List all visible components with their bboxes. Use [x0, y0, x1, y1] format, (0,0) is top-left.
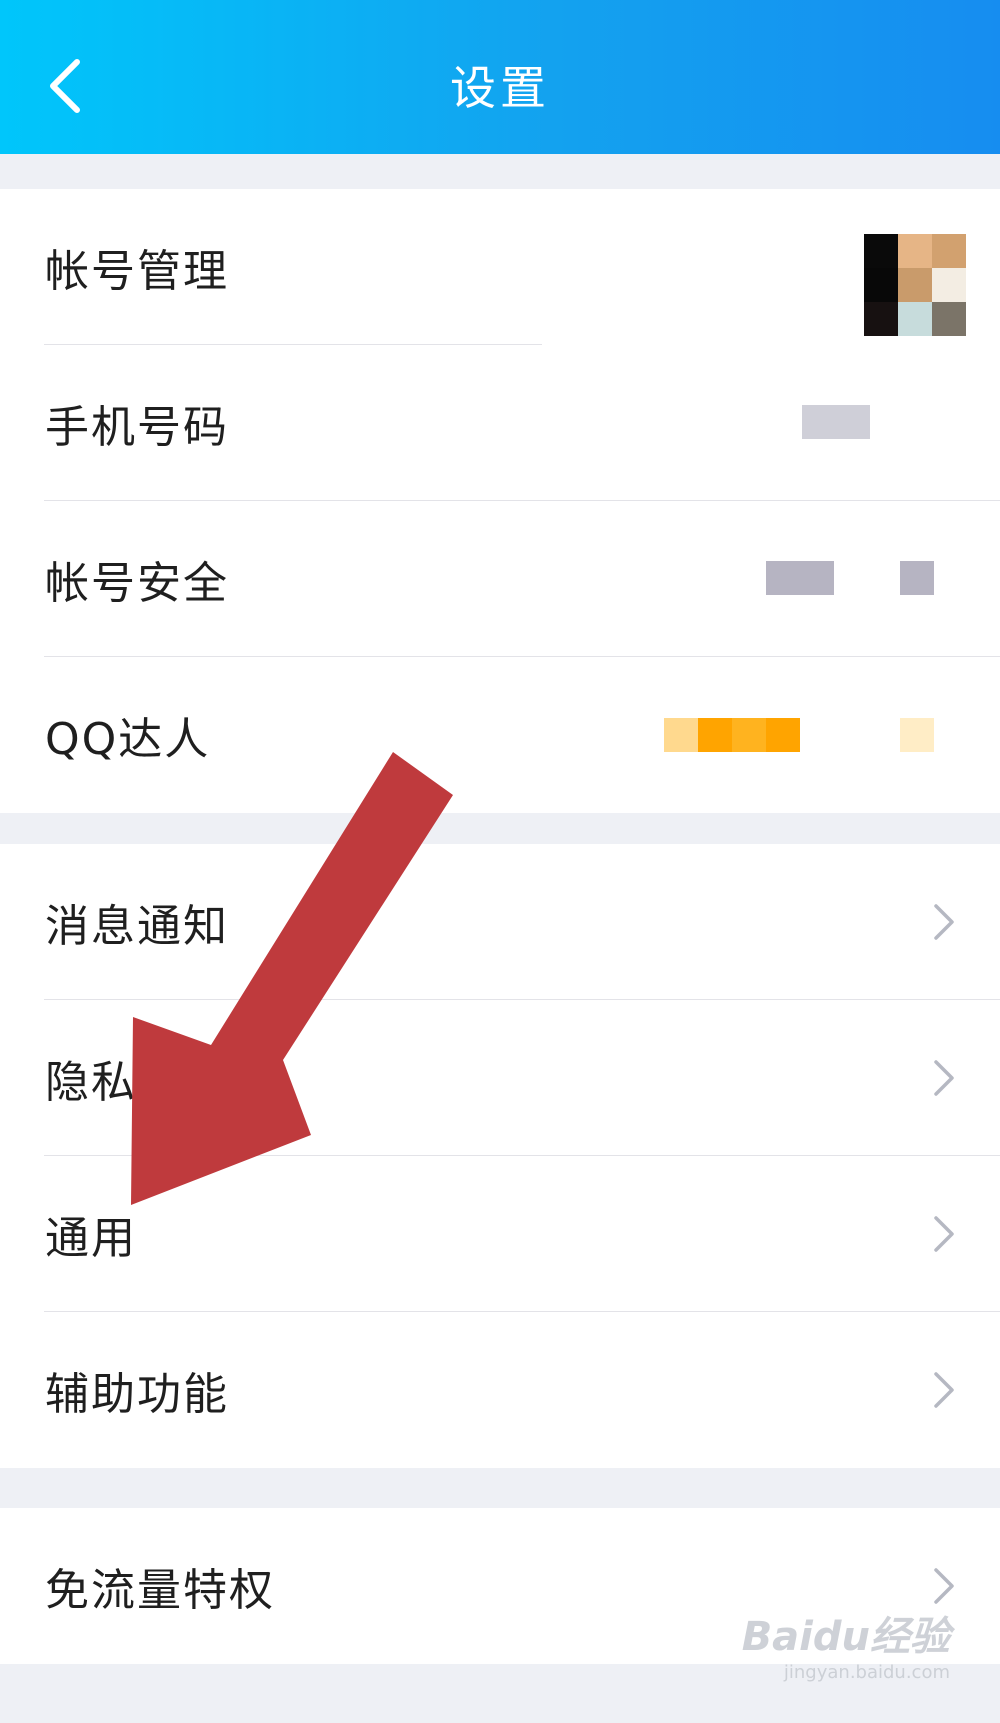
settings-row-general[interactable]: 通用: [0, 1156, 1000, 1312]
settings-row-privacy[interactable]: 隐私: [0, 1000, 1000, 1156]
watermark-brand: Baidu经验: [741, 1614, 950, 1660]
row-label: QQ达人: [45, 714, 211, 765]
watermark: Baidu经验 jingyan.baidu.com: [742, 1604, 950, 1683]
row-label: 免流量特权: [45, 1565, 275, 1616]
general-group: 消息通知 隐私 通用 辅助功能: [0, 844, 1000, 1468]
settings-row-message-notification[interactable]: 消息通知: [0, 844, 1000, 1000]
page-title: 设置: [450, 61, 550, 115]
watermark-url: jingyan.baidu.com: [783, 1662, 950, 1683]
row-label: 隐私: [45, 1057, 137, 1108]
settings-row-account-management[interactable]: 帐号管理: [0, 189, 1000, 345]
row-label: 辅助功能: [45, 1369, 229, 1420]
talent-badge-pixelated: [664, 718, 800, 752]
chevron-right-icon: [934, 1568, 954, 1604]
row-label: 手机号码: [45, 402, 229, 453]
settings-row-phone-number[interactable]: 手机号码: [0, 345, 1000, 501]
title-bar: 设置: [0, 0, 1000, 154]
phone-value-pixelated: [802, 405, 870, 439]
talent-icon-pixelated: [900, 718, 934, 752]
chevron-right-icon: [934, 1060, 954, 1096]
chevron-right-icon: [934, 1372, 954, 1408]
security-badge-pixelated: [900, 561, 934, 595]
security-value-pixelated: [766, 561, 834, 595]
settings-row-account-security[interactable]: 帐号安全: [0, 501, 1000, 657]
settings-row-qq-talent[interactable]: QQ达人: [0, 657, 1000, 813]
avatar: [864, 234, 966, 336]
row-label: 帐号安全: [45, 558, 229, 609]
row-label: 消息通知: [45, 901, 229, 952]
chevron-right-icon: [934, 1216, 954, 1252]
row-label: 帐号管理: [45, 246, 229, 297]
chevron-right-icon: [934, 904, 954, 940]
settings-row-accessibility[interactable]: 辅助功能: [0, 1312, 1000, 1468]
row-label: 通用: [45, 1213, 137, 1264]
account-group: 帐号管理 手机号码 帐号安全 QQ达人: [0, 189, 1000, 813]
